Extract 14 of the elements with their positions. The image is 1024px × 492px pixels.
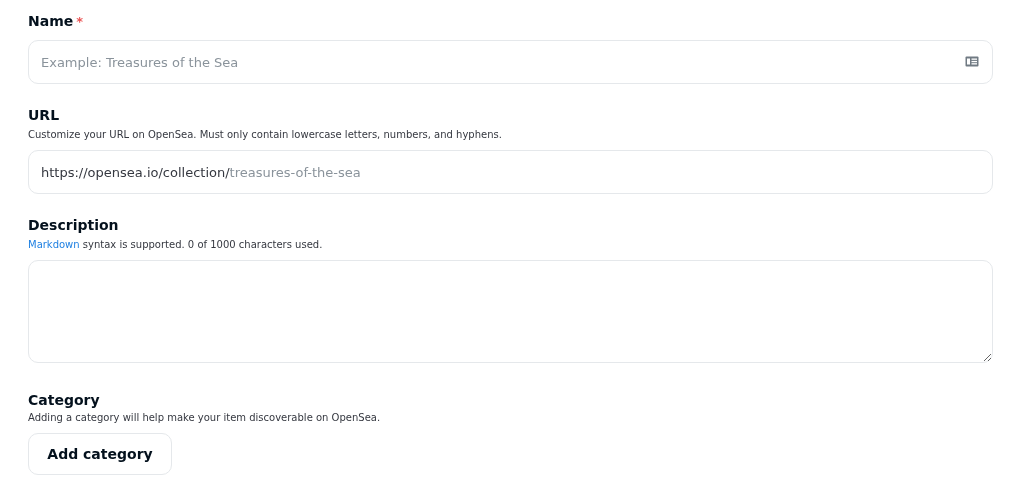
- help-text: Customize your URL on OpenSea. Must only contain lowercase letters, numbers, and hyphens.: [28, 128, 503, 142]
- description-field[interactable]: [28, 260, 993, 363]
- name-field[interactable]: Example: Treasures of the Sea: [28, 40, 993, 84]
- url-field[interactable]: https://opensea.io/collection/treasures-of-the-sea: [28, 150, 993, 194]
- help-text: Adding a category will help make your item discoverable on OpenSea.: [28, 411, 382, 425]
- markdown-link[interactable]: Markdown: [28, 239, 80, 250]
- field-label: URL: [28, 106, 61, 124]
- field-label: Name *: [28, 12, 85, 31]
- card-icon: [965, 56, 979, 67]
- help-text: Markdown syntax is supported. 0 of 1000 characters used.: [28, 238, 324, 252]
- url-input[interactable]: treasures-of-the-sea: [229, 164, 980, 180]
- field-label: Description: [28, 216, 120, 234]
- field-label: Category: [28, 391, 101, 409]
- add-category-button[interactable]: Add category: [28, 433, 172, 475]
